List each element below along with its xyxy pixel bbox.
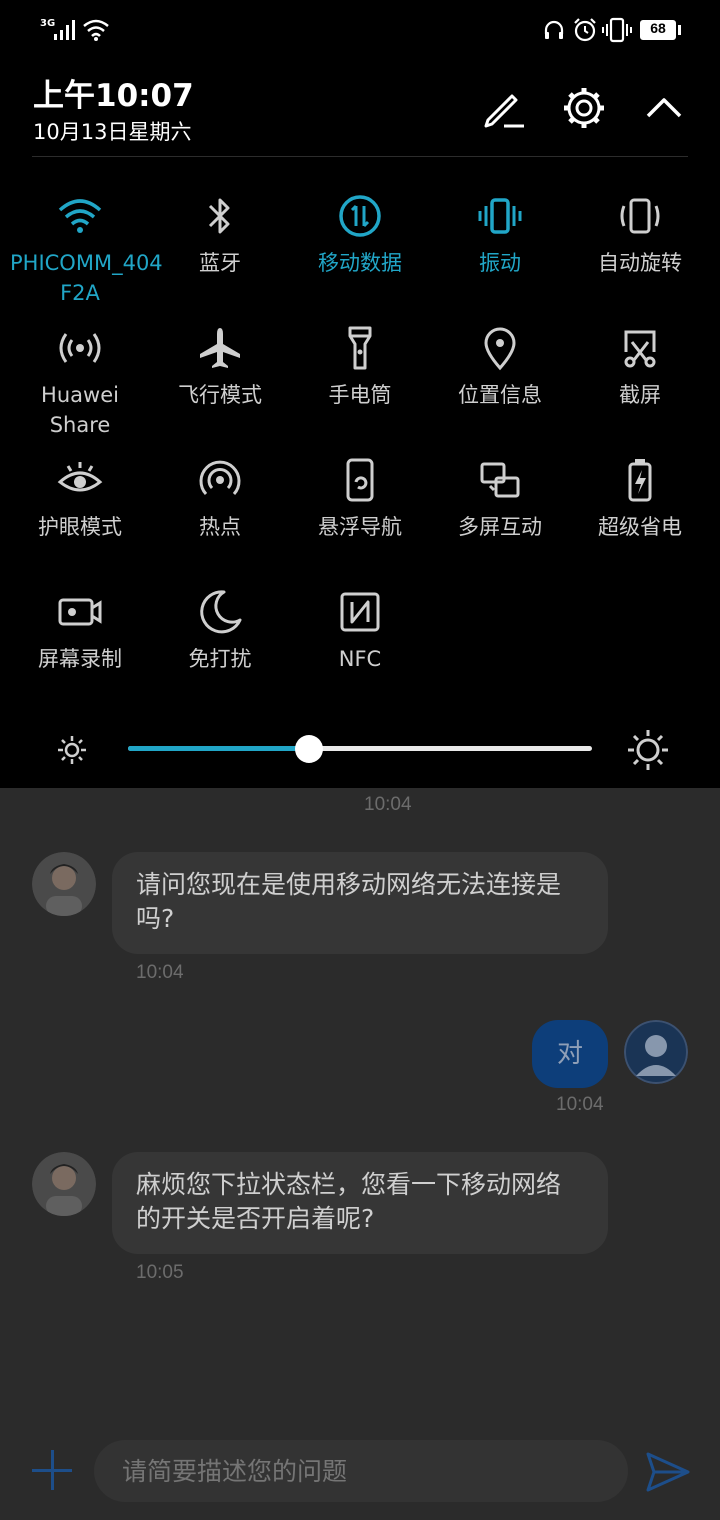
message-timestamp: 10:04: [556, 1094, 604, 1115]
tile-do-not-disturb[interactable]: 免打扰: [150, 588, 290, 674]
alarm-icon: [574, 18, 596, 42]
tile-label: 移动数据: [318, 251, 402, 275]
message-timestamp: 10:04: [364, 794, 412, 815]
huawei-share-icon: [59, 333, 101, 363]
tile-hotspot[interactable]: 热点: [150, 456, 290, 542]
tile-label: 热点: [199, 515, 241, 539]
tile-label: 截屏: [619, 383, 661, 407]
tile-screen-record[interactable]: 屏幕录制: [10, 588, 150, 674]
tile-label: 悬浮导航: [318, 515, 402, 539]
agent-avatar[interactable]: [32, 852, 96, 916]
add-attachment-icon[interactable]: [30, 1448, 74, 1492]
tile-label: 护眼模式: [38, 515, 122, 539]
brightness-high-icon: [628, 730, 668, 770]
tile-flashlight[interactable]: 手电筒: [290, 324, 430, 410]
bluetooth-icon: [208, 198, 230, 234]
shade-time: 上午10:07: [33, 78, 194, 114]
message-composer: [0, 1426, 720, 1520]
nfc-icon: [340, 592, 380, 632]
tile-label: NFC: [338, 647, 382, 671]
shade-divider: [32, 156, 688, 157]
floating-nav-icon: [346, 458, 374, 502]
tile-label: 屏幕录制: [38, 647, 122, 671]
tile-label: 蓝牙: [199, 251, 241, 275]
vibrate-icon: [478, 198, 522, 234]
shade-date: 10月13日星期六: [33, 120, 192, 144]
edit-icon[interactable]: [480, 84, 528, 132]
brightness-low-icon: [58, 736, 86, 764]
mobile-data-icon: [339, 195, 381, 237]
agent-message-bubble: 麻烦您下拉状态栏，您看一下移动网络的开关是否开启着呢?: [112, 1152, 608, 1254]
battery-icon: 68: [640, 20, 676, 40]
auto-rotate-icon: [620, 198, 660, 234]
user-message-bubble: 对: [532, 1020, 608, 1088]
battery-level: 68: [650, 20, 666, 36]
agent-avatar[interactable]: [32, 1152, 96, 1216]
tile-label: 手电筒: [328, 383, 392, 407]
user-avatar[interactable]: [624, 1020, 688, 1084]
airplane-icon: [200, 328, 240, 368]
agent-message-bubble: 请问您现在是使用移动网络无法连接是吗?: [112, 852, 608, 954]
tile-multi-screen[interactable]: 多屏互动: [430, 456, 570, 542]
tile-huawei-share[interactable]: Huawei Share: [10, 324, 150, 440]
tile-location[interactable]: 位置信息: [430, 324, 570, 410]
do-not-disturb-icon: [200, 590, 242, 634]
tile-mobile-data[interactable]: 移动数据: [290, 192, 430, 278]
tile-label: 位置信息: [458, 383, 542, 407]
multi-screen-icon: [480, 462, 520, 498]
location-icon: [484, 327, 516, 371]
notification-shade: 3G 68 上午10:07 10月13日星期六 PHICOMM_404 F2A …: [0, 0, 720, 788]
tile-label: 多屏互动: [458, 515, 542, 539]
screen-record-icon: [58, 598, 102, 626]
tile-label: 超级省电: [598, 515, 682, 539]
send-icon[interactable]: [644, 1450, 692, 1494]
tile-floating-nav[interactable]: 悬浮导航: [290, 456, 430, 542]
flashlight-icon: [348, 326, 372, 370]
tile-ultra-power-saving[interactable]: 超级省电: [570, 456, 710, 542]
message-input[interactable]: [94, 1440, 628, 1502]
screenshot-icon: [624, 330, 656, 368]
hotspot-icon: [199, 460, 241, 496]
tile-vibrate[interactable]: 振动: [430, 192, 570, 278]
tile-eye-comfort[interactable]: 护眼模式: [10, 456, 150, 542]
tile-wifi[interactable]: PHICOMM_404 F2A: [10, 192, 163, 308]
eye-comfort-icon: [57, 462, 103, 492]
tile-label: 飞行模式: [178, 383, 262, 407]
tile-label: 自动旋转: [598, 251, 682, 275]
wifi-status-icon: [83, 19, 109, 41]
tile-label: 免打扰: [188, 647, 252, 671]
brightness-slider-thumb[interactable]: [294, 735, 323, 763]
tile-nfc[interactable]: NFC: [290, 588, 430, 674]
tile-airplane-mode[interactable]: 飞行模式: [150, 324, 290, 410]
brightness-control: [0, 708, 720, 788]
headset-icon: [544, 20, 564, 39]
settings-gear-icon[interactable]: [560, 84, 608, 132]
tile-screenshot[interactable]: 截屏: [570, 324, 710, 410]
status-bar: 3G 68: [0, 0, 720, 58]
tile-label: Huawei Share: [41, 383, 119, 437]
brightness-slider[interactable]: [128, 735, 592, 763]
message-timestamp: 10:04: [136, 962, 184, 983]
signal-icon: [54, 20, 75, 40]
tile-label: 振动: [479, 251, 521, 275]
vibrate-status-icon: [602, 17, 632, 43]
battery-tip: [678, 25, 681, 35]
tile-auto-rotate[interactable]: 自动旋转: [570, 192, 710, 278]
ultra-power-saving-icon: [628, 459, 652, 502]
tile-label: PHICOMM_404 F2A: [10, 251, 163, 305]
collapse-chevron-up-icon[interactable]: [640, 84, 688, 132]
wifi-icon: [58, 199, 102, 233]
brightness-slider-fill: [128, 746, 309, 751]
message-timestamp: 10:05: [136, 1262, 184, 1283]
tile-bluetooth[interactable]: 蓝牙: [150, 192, 290, 278]
